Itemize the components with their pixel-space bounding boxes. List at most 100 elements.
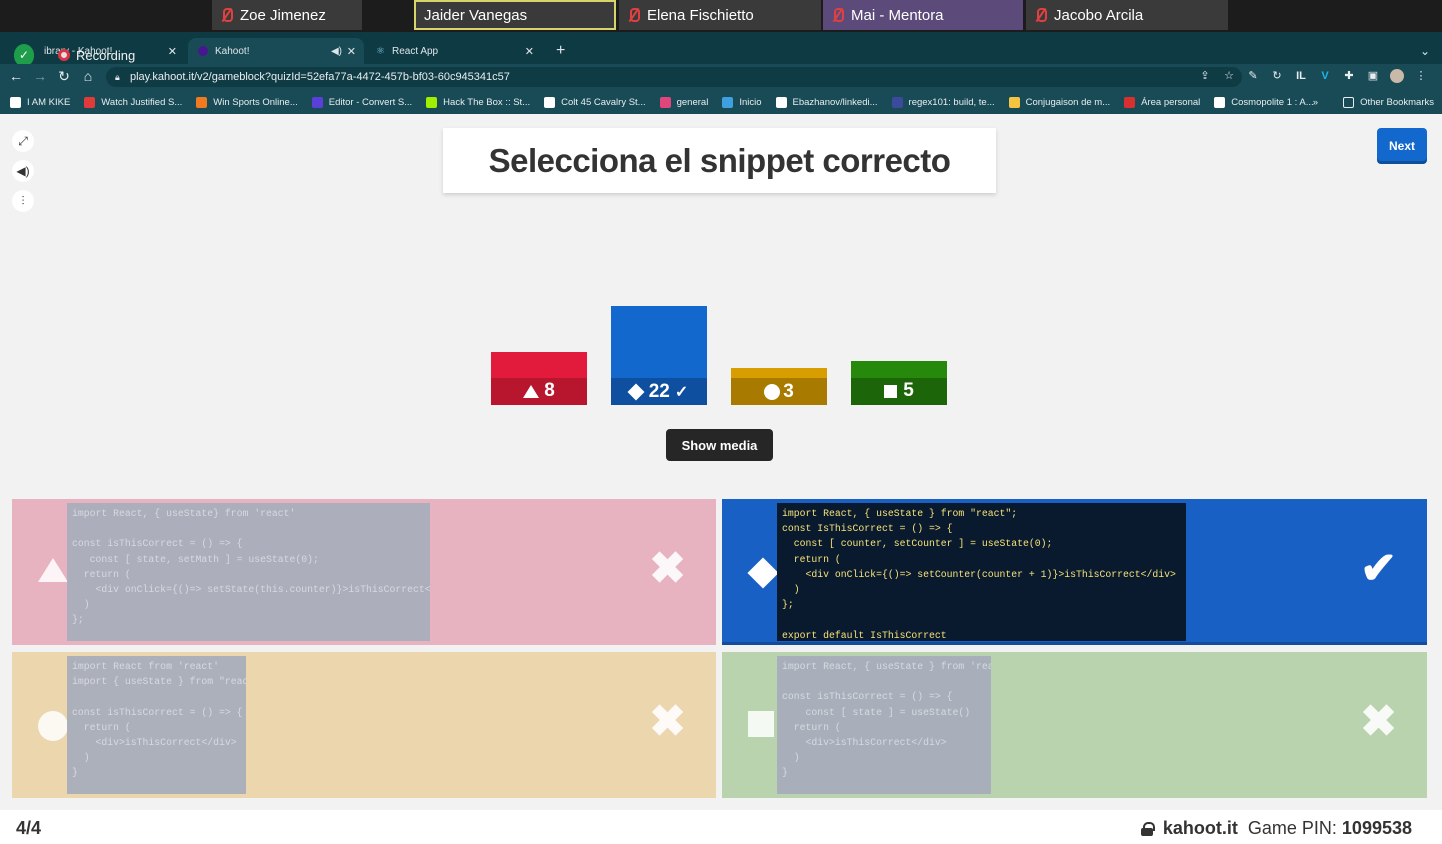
forward-arrow-icon[interactable]: → <box>31 68 49 84</box>
next-button[interactable]: Next <box>1377 128 1427 164</box>
participant-tile[interactable]: Jacobo Arcila <box>1026 0 1228 30</box>
close-tab-icon[interactable]: ✕ <box>168 45 177 58</box>
bookmark-label: Conjugaison de m... <box>1025 96 1111 108</box>
participant-tile[interactable]: Zoe Jimenez <box>212 0 362 30</box>
recording-indicator: ✓ Recording <box>14 44 135 66</box>
recording-label: Recording <box>76 47 136 63</box>
bookmark-label: Hack The Box :: St... <box>443 96 531 108</box>
pen-extension-icon[interactable]: ✎ <box>1246 69 1260 83</box>
tab-search-chevron-icon[interactable]: ⌄ <box>1410 38 1430 64</box>
sync-extension-icon[interactable]: ↻ <box>1270 69 1284 83</box>
vimeo-extension-icon[interactable]: V <box>1318 69 1332 83</box>
il-extension-icon[interactable]: IL <box>1294 69 1308 83</box>
browser-tab-bar: ibrary - Kahoot! ✕ Kahoot! ◀) ✕ ⚛ React … <box>0 32 1442 64</box>
bookmark-label: general <box>676 96 709 108</box>
code-line: const isThisCorrect = () => { <box>72 706 243 718</box>
volume-icon[interactable]: ◀) <box>12 160 34 182</box>
close-tab-icon[interactable]: ✕ <box>347 45 356 58</box>
square-shape <box>748 711 774 737</box>
address-bar-row: ← → ↻ ⌂ 🔒︎ play.kahoot.it/v2/gameblock?q… <box>0 64 1442 90</box>
bookmark-item[interactable]: Ebazhanov/linkedi... <box>775 96 878 108</box>
puzzle-extension-icon[interactable]: ✚ <box>1342 69 1356 83</box>
bookmark-item[interactable]: Win Sports Online... <box>196 96 298 108</box>
bookmark-item[interactable]: Inicio <box>722 96 762 108</box>
new-tab-button[interactable]: + <box>546 38 565 64</box>
kahoot-brand: kahoot.it <box>1162 818 1238 838</box>
other-bookmarks-folder[interactable]: Other Bookmarks <box>1343 96 1434 108</box>
code-line: const isThisCorrect = () => { <box>782 691 953 703</box>
bookmark-item[interactable]: Colt 45 Cavalry St... <box>544 96 646 108</box>
menu-kebab-icon[interactable]: ⋮ <box>1414 69 1428 83</box>
bookmark-favicon-icon <box>1008 96 1020 108</box>
settings-sliders-icon[interactable]: ⫶ <box>12 190 34 212</box>
tab-react-app[interactable]: ⚛ React App ✕ <box>366 38 542 64</box>
sidebar-icon[interactable]: ▣ <box>1366 69 1380 83</box>
bookmark-item[interactable]: Área personal <box>1124 96 1201 108</box>
lock-icon: 🔒︎ <box>115 72 120 82</box>
code-line: return ( <box>72 721 131 733</box>
bookmark-item[interactable]: Cosmopolite 1 : A... <box>1214 96 1314 108</box>
bookmark-item[interactable]: regex101: build, te... <box>891 96 995 108</box>
question-title: Selecciona el snippet correcto <box>488 141 951 179</box>
bookmark-label: regex101: build, te... <box>908 96 995 108</box>
code-line: }; <box>782 599 794 611</box>
code-snippet: import React, { useState } from 'react' c… <box>777 656 991 794</box>
home-icon[interactable]: ⌂ <box>79 68 97 84</box>
correct-check-icon: ✓ <box>674 383 689 401</box>
react-favicon-icon: ⚛ <box>376 45 385 57</box>
share-icon[interactable]: ⇪ <box>1198 69 1212 83</box>
answer-tile-triangle: import React, { useState} from 'react' co… <box>12 499 716 645</box>
participant-tile[interactable]: Mai - Mentora <box>823 0 1023 30</box>
speaker-icon[interactable]: ◀) <box>331 46 342 57</box>
result-count: 5 <box>903 380 914 402</box>
bookmark-favicon-icon <box>311 96 323 108</box>
game-footer: 4/4 kahoot.it Game PIN: 1099538 <box>0 810 1442 844</box>
code-line: <div onClick={()=> setState(this.counter… <box>72 583 430 595</box>
bookmark-favicon-icon <box>891 96 903 108</box>
bookmark-label: Área personal <box>1141 96 1201 108</box>
bookmark-star-icon[interactable]: ☆ <box>1222 69 1236 83</box>
bookmark-item[interactable]: Conjugaison de m... <box>1008 96 1111 108</box>
result-bar-square: 5 <box>851 361 947 405</box>
bookmark-favicon-icon <box>722 96 734 108</box>
url-input[interactable]: 🔒︎ play.kahoot.it/v2/gameblock?quizId=52… <box>106 67 1242 87</box>
bookmark-favicon-icon <box>659 96 671 108</box>
code-line: ) <box>782 583 800 595</box>
participant-name: Zoe Jimenez <box>240 6 326 24</box>
more-bookmarks-chevron-icon[interactable]: » <box>1313 97 1318 108</box>
participant-tile[interactable]: Elena Fischietto <box>619 0 821 30</box>
bookmark-label: Watch Justified S... <box>101 96 183 108</box>
code-line: return ( <box>782 721 841 733</box>
bookmark-item[interactable]: general <box>659 96 709 108</box>
bookmark-item[interactable]: Hack The Box :: St... <box>426 96 531 108</box>
tab-label: React App <box>391 45 439 57</box>
answer-tile-circle: import React from 'react' import { useSta… <box>12 652 716 798</box>
code-line: ) <box>72 599 90 611</box>
square-icon <box>748 711 774 737</box>
participant-name: Jacobo Arcila <box>1054 6 1144 24</box>
bookmark-favicon-icon <box>84 96 96 108</box>
tab-kahoot[interactable]: Kahoot! ◀) ✕ <box>188 38 364 64</box>
back-arrow-icon[interactable]: ← <box>7 68 25 84</box>
bookmark-item[interactable]: I AM KIKE <box>10 96 70 108</box>
show-media-button[interactable]: Show media <box>666 429 773 461</box>
lock-icon <box>1140 821 1155 836</box>
profile-avatar[interactable] <box>1390 69 1404 83</box>
bookmark-item[interactable]: Editor - Convert S... <box>311 96 412 108</box>
answer-tile-diamond: import React, { useState } from "react";… <box>722 499 1427 645</box>
code-snippet: import React from 'react' import { useSta… <box>67 656 246 794</box>
result-bar-label: 8 <box>491 377 587 405</box>
diamond-shape <box>747 557 779 589</box>
result-count: 3 <box>783 380 794 402</box>
participant-name: Mai - Mentora <box>851 6 944 24</box>
result-bar-circle: 3 <box>731 368 827 405</box>
code-line: return ( <box>782 553 841 565</box>
code-line: import React, { useState } from 'react' <box>782 661 991 672</box>
bookmark-item[interactable]: Watch Justified S... <box>84 96 183 108</box>
close-tab-icon[interactable]: ✕ <box>525 45 534 58</box>
participant-tile[interactable]: Jaider Vanegas <box>414 0 616 30</box>
code-snippet: import React, { useState } from "react";… <box>777 503 1186 641</box>
reload-icon[interactable]: ↻ <box>55 68 73 85</box>
fullscreen-icon[interactable]: ⤢ <box>12 130 34 152</box>
